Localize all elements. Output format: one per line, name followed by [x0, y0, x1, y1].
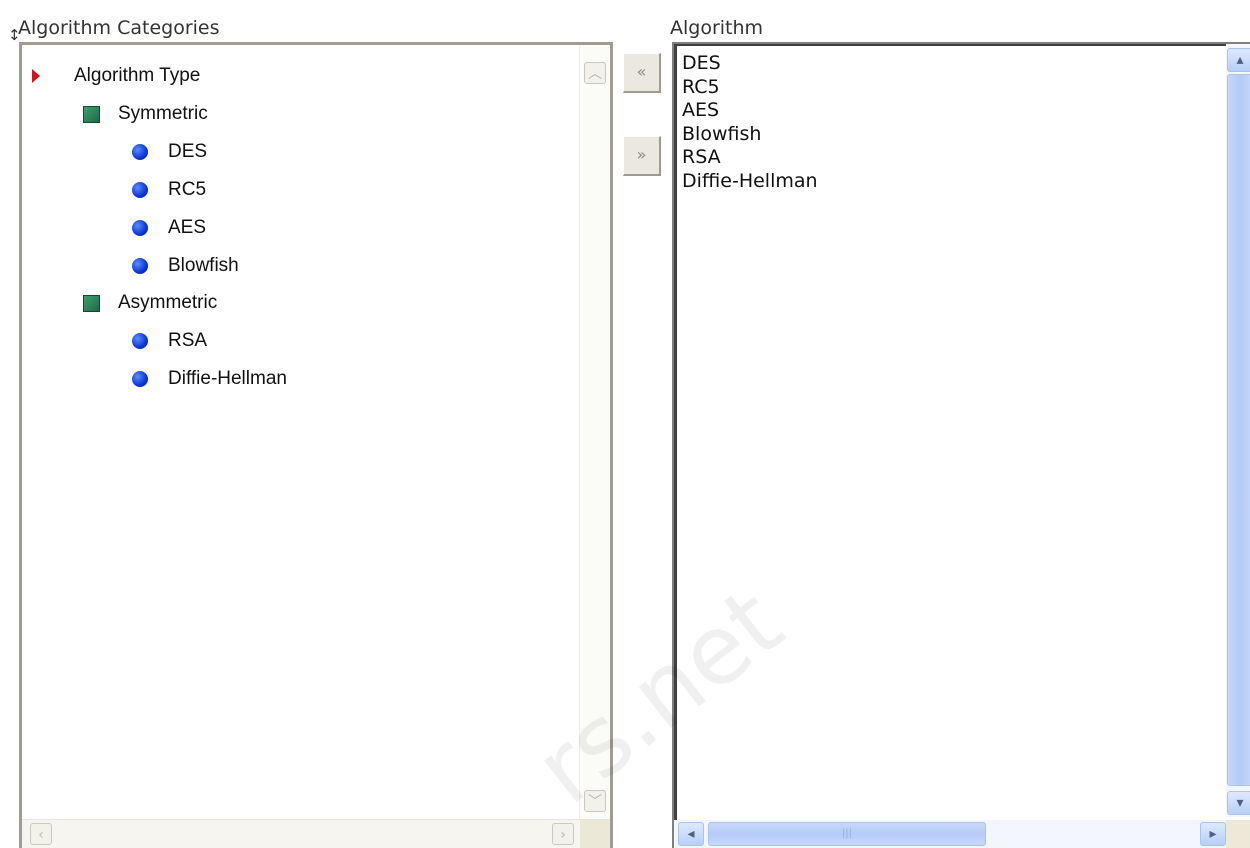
scrollbar-corner: [1226, 820, 1250, 848]
list-item[interactable]: RC5: [682, 76, 818, 100]
tree-leaf-label: RC5: [168, 179, 207, 200]
algorithm-listbox[interactable]: DES RC5 AES Blowfish RSA Diffie-Hellman …: [672, 42, 1250, 848]
scroll-down-button[interactable]: ▾: [1227, 791, 1250, 815]
list-item[interactable]: AES: [682, 99, 818, 123]
blue-dot-icon: [132, 258, 148, 274]
tree-leaf-aes[interactable]: AES: [132, 214, 206, 242]
blue-dot-icon: [132, 182, 148, 198]
tree-leaf-diffie-hellman[interactable]: Diffie-Hellman: [132, 365, 287, 393]
tree-leaf-label: AES: [168, 217, 207, 238]
categories-label: Algorithm Categories: [18, 17, 220, 39]
green-square-icon: [83, 294, 100, 312]
algorithm-list: DES RC5 AES Blowfish RSA Diffie-Hellman: [682, 52, 818, 193]
red-arrow-icon: [32, 69, 40, 83]
algorithm-label: Algorithm: [670, 17, 764, 39]
scroll-right-button[interactable]: ▸: [1200, 822, 1226, 846]
tree-leaf-rsa[interactable]: RSA: [132, 327, 207, 355]
list-item[interactable]: Blowfish: [682, 123, 818, 147]
tree-node-label: Algorithm Type: [74, 65, 201, 86]
tree-node-asymmetric[interactable]: Asymmetric: [83, 289, 217, 317]
scroll-thumb[interactable]: |||: [708, 822, 986, 846]
blue-dot-icon: [132, 144, 148, 160]
list-vertical-scrollbar[interactable]: ▴ ▾: [1226, 44, 1250, 817]
tree-leaf-blowfish[interactable]: Blowfish: [132, 252, 239, 280]
scroll-up-button[interactable]: ︿: [584, 62, 606, 84]
tree-leaf-label: RSA: [168, 330, 208, 351]
scroll-thumb[interactable]: [1227, 74, 1250, 786]
list-item[interactable]: DES: [682, 52, 818, 76]
tree-leaf-des[interactable]: DES: [132, 138, 207, 166]
tree-node-symmetric[interactable]: Symmetric: [83, 100, 208, 128]
scroll-left-button[interactable]: ◂: [678, 822, 704, 846]
move-right-button[interactable]: »: [623, 136, 661, 176]
scroll-right-button[interactable]: ›: [552, 823, 574, 845]
blue-dot-icon: [132, 333, 148, 349]
tree-root-node[interactable]: Algorithm Type: [32, 62, 200, 90]
scroll-up-button[interactable]: ▴: [1227, 48, 1250, 72]
scrollbar-corner: [580, 820, 610, 848]
tree-node-label: Symmetric: [118, 103, 208, 124]
tree-vertical-scrollbar[interactable]: ︿ ﹀: [579, 45, 610, 830]
algorithm-categories-tree[interactable]: Algorithm Type Symmetric DES RC5 AES Blo…: [19, 42, 613, 848]
list-item[interactable]: RSA: [682, 146, 818, 170]
list-horizontal-scrollbar[interactable]: ◂ ||| ▸: [674, 820, 1228, 848]
tree-horizontal-scrollbar[interactable]: ‹ ›: [22, 819, 610, 848]
list-item[interactable]: Diffie-Hellman: [682, 170, 818, 194]
blue-dot-icon: [132, 220, 148, 236]
scroll-down-button[interactable]: ﹀: [584, 790, 606, 812]
tree-leaf-label: Blowfish: [168, 255, 239, 276]
blue-dot-icon: [132, 371, 148, 387]
tree-leaf-label: DES: [168, 141, 208, 162]
tree-node-label: Asymmetric: [118, 292, 218, 313]
tree-leaf-rc5[interactable]: RC5: [132, 176, 206, 204]
green-square-icon: [83, 105, 100, 123]
scroll-left-button[interactable]: ‹: [30, 823, 52, 845]
move-left-button[interactable]: «: [623, 53, 661, 93]
tree-leaf-label: Diffie-Hellman: [168, 368, 287, 389]
